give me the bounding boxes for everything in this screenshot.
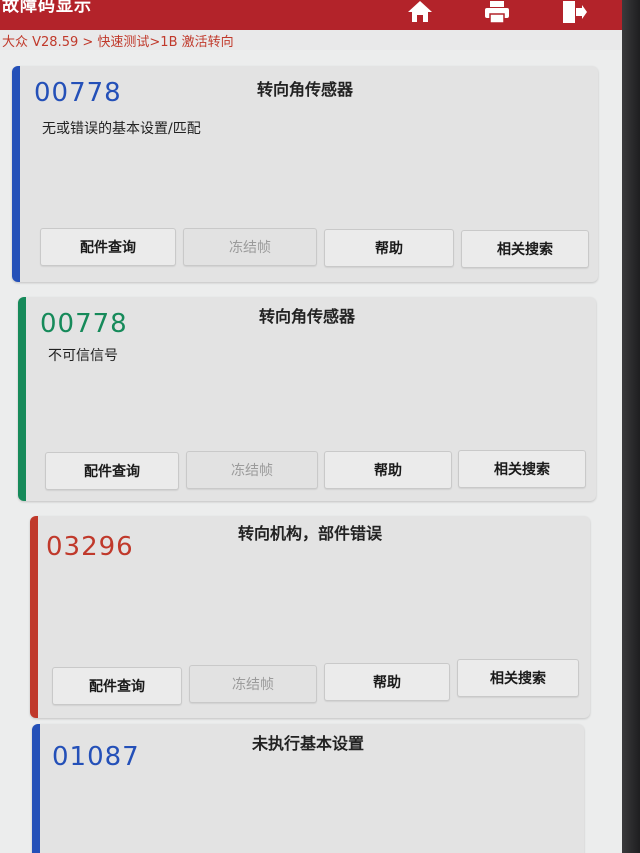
screen: 故障码显示 大众 V28.59 > 快速测试>1B 激活转向 00778 转向角… — [0, 0, 622, 853]
related-search-button[interactable]: 相关搜索 — [461, 230, 589, 268]
fault-title: 转向角传感器 — [256, 80, 353, 99]
fault-description: 不可信信号 — [48, 348, 118, 364]
fault-title: 转向角传感器 — [258, 307, 355, 326]
related-search-button[interactable]: 相关搜索 — [457, 659, 579, 697]
fault-card: 03296 转向机构，部件错误 配件查询 冻结帧 帮助 相关搜索 — [30, 516, 590, 718]
exit-icon[interactable] — [557, 0, 589, 26]
help-button[interactable]: 帮助 — [324, 229, 454, 267]
fault-color-bar — [18, 297, 26, 501]
device-bezel — [622, 0, 640, 853]
freeze-frame-button[interactable]: 冻结帧 — [186, 451, 318, 489]
page-title: 故障码显示 — [2, 0, 92, 16]
fault-card: 01087 未执行基本设置 — [32, 724, 584, 853]
print-icon[interactable] — [481, 0, 513, 26]
freeze-frame-button[interactable]: 冻结帧 — [183, 228, 317, 266]
header-bar: 故障码显示 — [0, 0, 622, 30]
fault-title: 转向机构，部件错误 — [237, 524, 382, 543]
breadcrumb-text: 大众 V28.59 > 快速测试>1B 激活转向 — [2, 35, 234, 50]
fault-description: 无或错误的基本设置/匹配 — [42, 121, 201, 137]
parts-lookup-button[interactable]: 配件查询 — [40, 228, 176, 266]
help-button[interactable]: 帮助 — [324, 663, 450, 701]
help-button[interactable]: 帮助 — [324, 451, 452, 489]
freeze-frame-button[interactable]: 冻结帧 — [189, 665, 317, 703]
related-search-button[interactable]: 相关搜索 — [458, 450, 586, 488]
parts-lookup-button[interactable]: 配件查询 — [45, 452, 179, 490]
fault-title: 未执行基本设置 — [251, 734, 364, 753]
fault-card: 00778 转向角传感器 不可信信号 配件查询 冻结帧 帮助 相关搜索 — [18, 297, 596, 501]
home-icon[interactable] — [404, 0, 436, 26]
parts-lookup-button[interactable]: 配件查询 — [52, 667, 182, 705]
fault-color-bar — [30, 516, 38, 718]
breadcrumb: 大众 V28.59 > 快速测试>1B 激活转向 — [0, 30, 622, 50]
fault-card: 00778 转向角传感器 无或错误的基本设置/匹配 配件查询 冻结帧 帮助 相关… — [12, 66, 598, 282]
